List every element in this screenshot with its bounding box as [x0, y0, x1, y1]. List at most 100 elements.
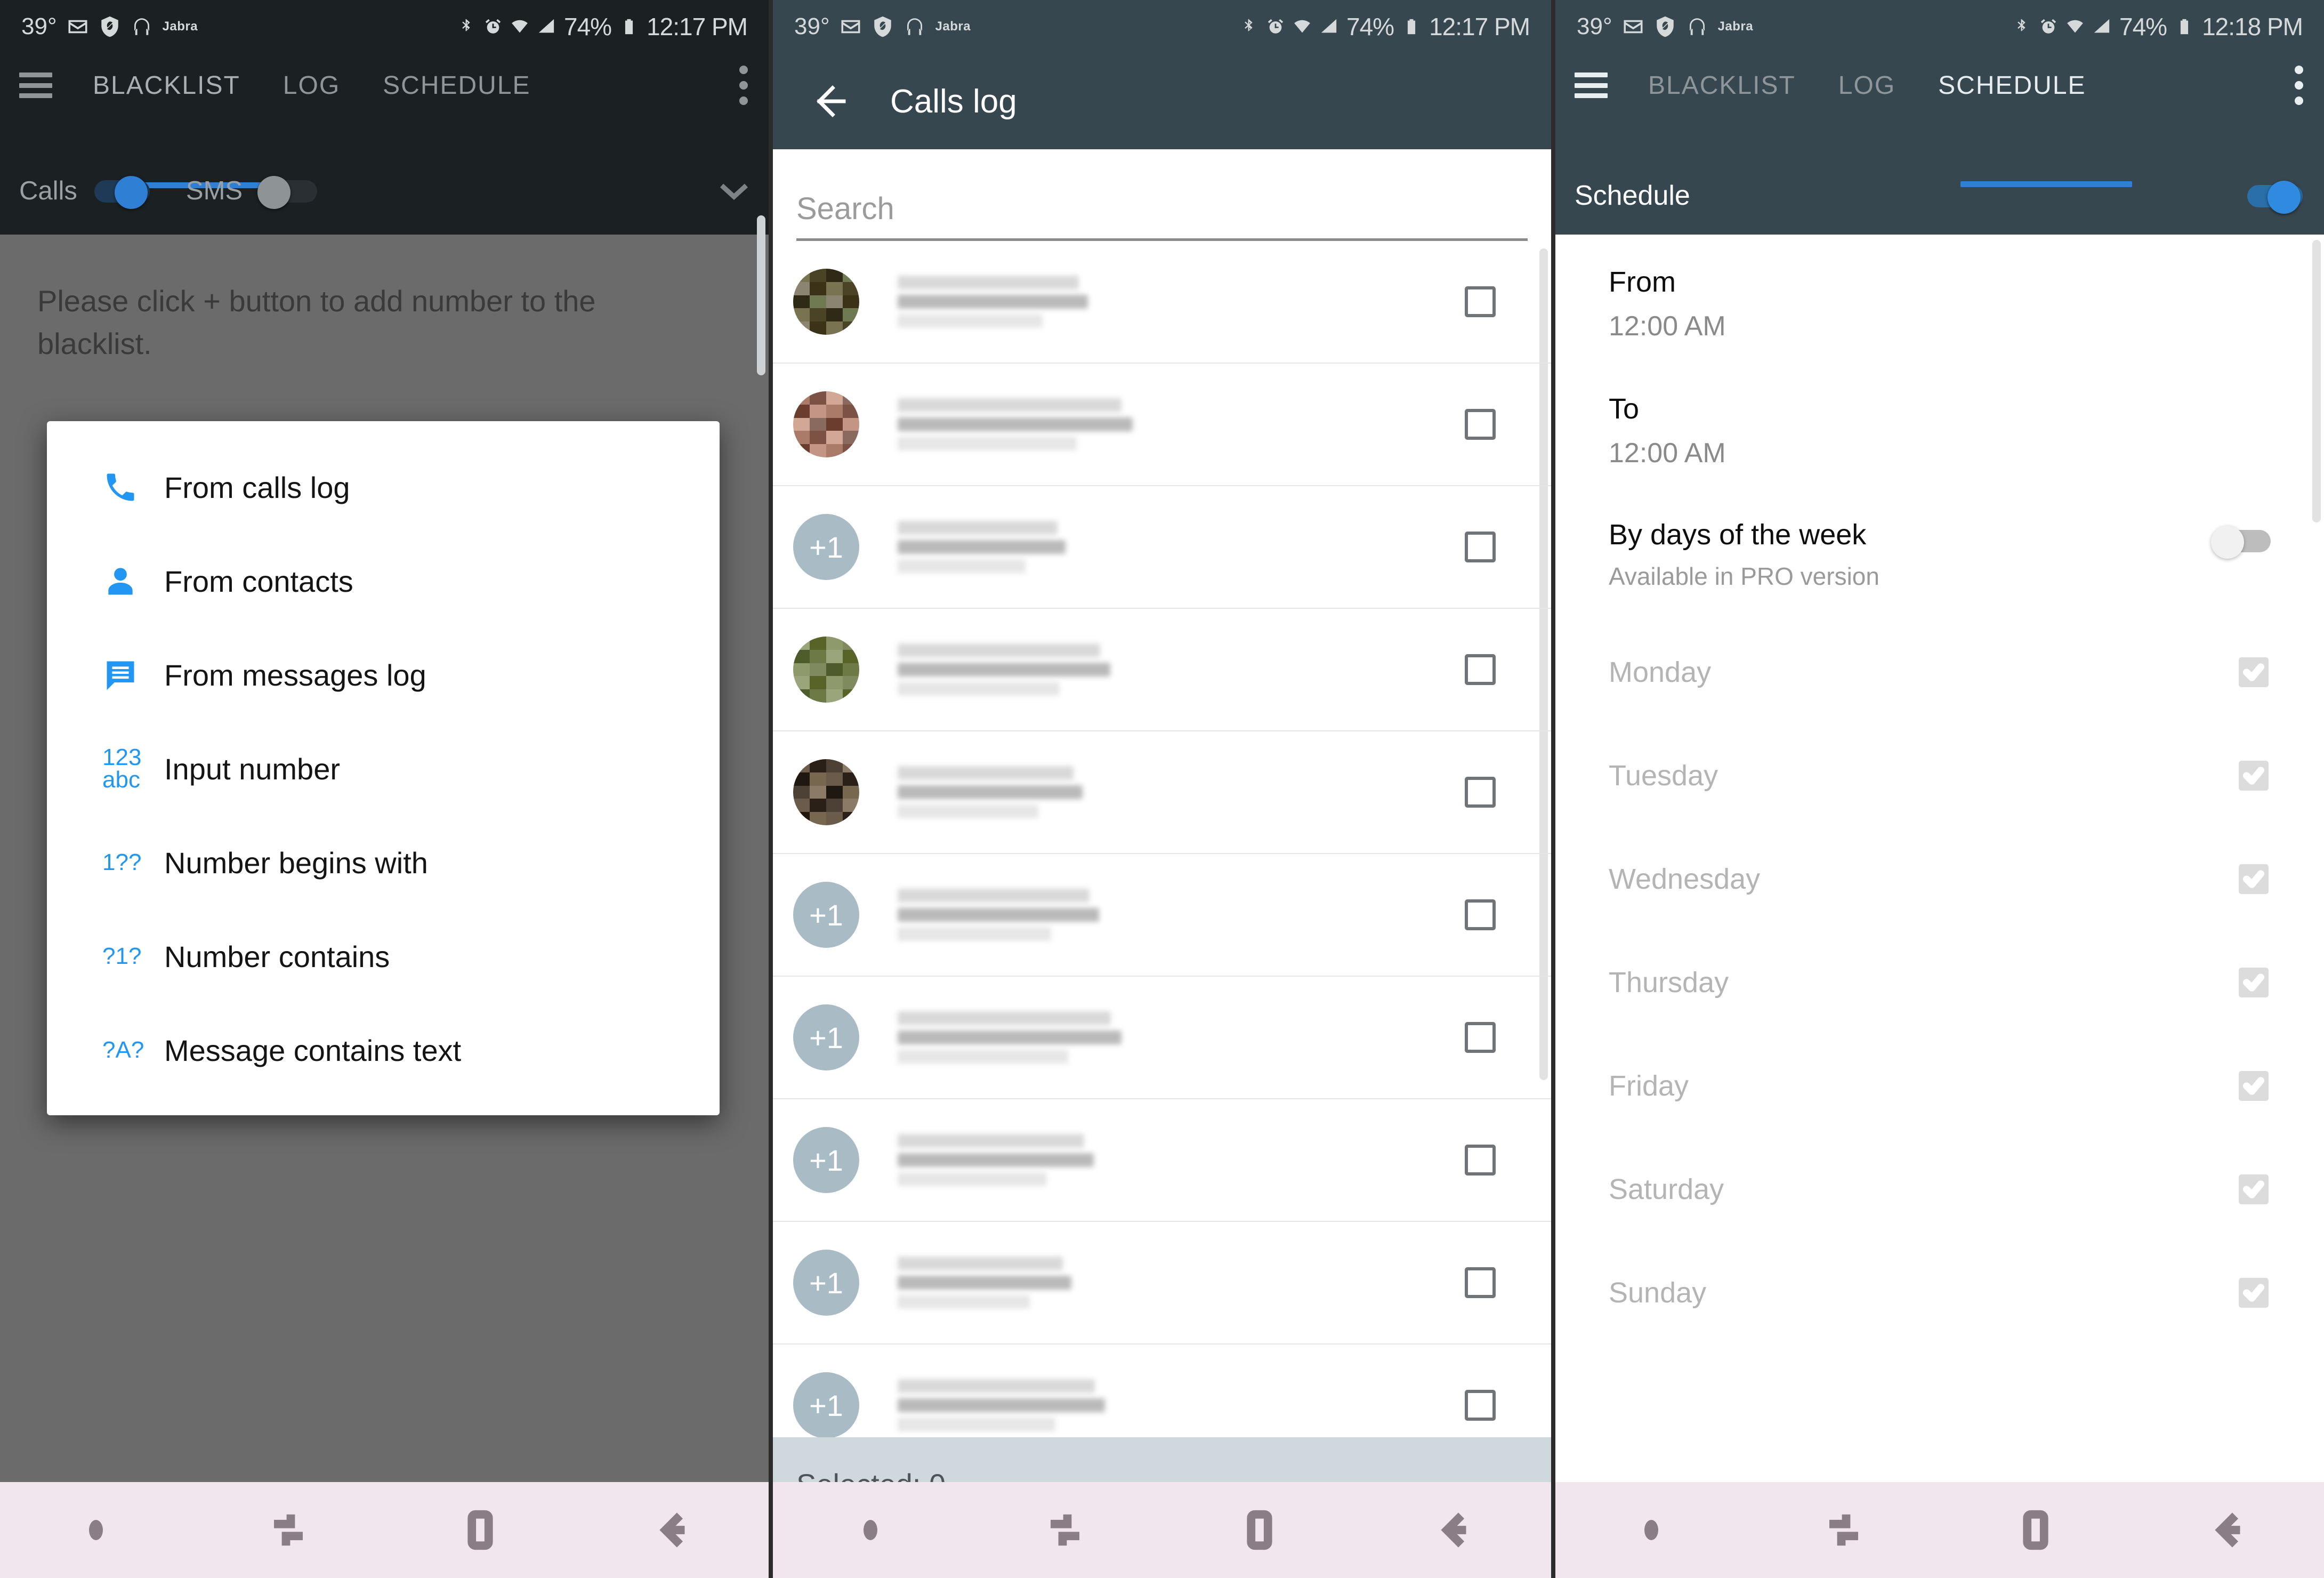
- nav-back[interactable]: [577, 1506, 769, 1554]
- glyph-123: 123: [102, 744, 142, 771]
- nav-home[interactable]: [384, 1506, 577, 1554]
- row-checkbox[interactable]: [1465, 899, 1496, 930]
- menu-item-label: Input number: [164, 752, 340, 786]
- from-field[interactable]: From 12:00 AM: [1609, 235, 2324, 342]
- dot-icon: [1644, 1520, 1659, 1540]
- row-checkbox[interactable]: [1465, 1267, 1496, 1298]
- menu-item-label: From messages log: [164, 658, 426, 692]
- tab-schedule[interactable]: SCHEDULE: [1926, 71, 2097, 100]
- nav-back[interactable]: [2132, 1506, 2324, 1554]
- dot-icon: [863, 1520, 877, 1540]
- wifi-icon: [1293, 18, 1311, 36]
- avatar-plus-one: +1: [793, 1372, 859, 1437]
- table-row[interactable]: +1: [773, 1222, 1551, 1344]
- nav-back[interactable]: [1357, 1506, 1551, 1554]
- table-row[interactable]: +1: [773, 854, 1551, 977]
- menu-item-number-begins-with[interactable]: 1?? Number begins with: [47, 816, 720, 909]
- row-checkbox[interactable]: [1465, 1022, 1496, 1053]
- day-label: Sunday: [1609, 1277, 1707, 1309]
- nav-recents[interactable]: [967, 1506, 1162, 1554]
- menu-item-from-calls-log[interactable]: From calls log: [47, 440, 720, 534]
- tab-blacklist[interactable]: BLACKLIST: [81, 71, 252, 100]
- row-checkbox[interactable]: [1465, 1145, 1496, 1176]
- message-icon: [102, 657, 149, 693]
- menu-item-label: Number contains: [164, 939, 390, 973]
- tab-log[interactable]: LOG: [1827, 71, 1907, 100]
- nav-dot[interactable]: [0, 1520, 192, 1540]
- table-row[interactable]: +1: [773, 486, 1551, 609]
- overflow-menu-icon[interactable]: [2293, 66, 2305, 105]
- cell-signal-icon: [2093, 18, 2111, 36]
- schedule-toggle[interactable]: [2245, 180, 2305, 214]
- calls-log-list[interactable]: +1 +1 +1 +1 +1 +1: [773, 241, 1551, 1437]
- menu-icon[interactable]: [19, 73, 52, 98]
- table-row[interactable]: +1: [773, 1099, 1551, 1222]
- panel3-scrollbar[interactable]: [2312, 240, 2321, 522]
- back-icon: [1440, 1512, 1466, 1548]
- avatar-plus-one: +1: [793, 1004, 859, 1070]
- row-checkbox[interactable]: [1465, 532, 1496, 562]
- redacted-contact-text: [898, 889, 1099, 941]
- temperature-indicator: 39°: [21, 13, 57, 39]
- back-arrow-icon[interactable]: [808, 82, 848, 121]
- table-row[interactable]: [773, 731, 1551, 854]
- menu-item-from-messages-log[interactable]: From messages log: [47, 628, 720, 722]
- avatar: [793, 637, 859, 703]
- day-row: Wednesday: [1555, 827, 2324, 931]
- tab-bar-panel3: BLACKLIST LOG SCHEDULE: [1555, 53, 2324, 117]
- sms-toggle[interactable]: [257, 175, 318, 209]
- table-row[interactable]: [773, 609, 1551, 731]
- to-field[interactable]: To 12:00 AM: [1609, 342, 2324, 469]
- table-row[interactable]: [773, 241, 1551, 364]
- battery-percent: 74%: [1346, 13, 1394, 41]
- bluetooth-icon: [2013, 18, 2031, 36]
- menu-icon[interactable]: [1575, 73, 1608, 98]
- tab-schedule[interactable]: SCHEDULE: [371, 71, 542, 100]
- message-contains-icon: ?A?: [102, 1037, 149, 1064]
- redacted-contact-text: [898, 276, 1088, 328]
- app-bar-panel3: BLACKLIST LOG SCHEDULE Schedule: [1555, 53, 2324, 235]
- day-checkbox: [2239, 1071, 2269, 1101]
- by-days-toggle[interactable]: [2211, 525, 2271, 559]
- 123-abc-icon: 123 abc: [102, 744, 149, 792]
- clock-panel2: 12:17 PM: [1429, 13, 1530, 41]
- nav-recents[interactable]: [192, 1506, 385, 1554]
- panel1-scrollbar[interactable]: [757, 215, 765, 375]
- day-row: Thursday: [1555, 931, 2324, 1034]
- nav-home[interactable]: [1162, 1506, 1357, 1554]
- search-input[interactable]: Search: [796, 191, 1528, 241]
- avatar: [793, 269, 859, 335]
- glyph-qaq: ?A?: [102, 1037, 144, 1064]
- battery-icon: [1402, 18, 1421, 36]
- tab-log[interactable]: LOG: [271, 71, 352, 100]
- row-checkbox[interactable]: [1465, 286, 1496, 317]
- nav-recents[interactable]: [1748, 1506, 1940, 1554]
- overflow-menu-icon[interactable]: [738, 66, 749, 105]
- time-range-section: From 12:00 AM To 12:00 AM: [1555, 235, 2324, 469]
- row-checkbox[interactable]: [1465, 409, 1496, 440]
- row-checkbox[interactable]: [1465, 777, 1496, 808]
- chevron-down-icon[interactable]: [719, 180, 749, 202]
- glyph-1qq: 1??: [102, 849, 142, 876]
- table-row[interactable]: [773, 364, 1551, 486]
- nav-dot[interactable]: [773, 1520, 967, 1540]
- calls-toggle[interactable]: [92, 175, 152, 209]
- avatar-plus-one: +1: [793, 882, 859, 948]
- table-row[interactable]: +1: [773, 977, 1551, 1099]
- menu-item-input-number[interactable]: 123 abc Input number: [47, 722, 720, 816]
- menu-item-message-contains-text[interactable]: ?A? Message contains text: [47, 1003, 720, 1097]
- temperature-indicator: 39°: [794, 13, 830, 39]
- menu-item-from-contacts[interactable]: From contacts: [47, 534, 720, 628]
- schedule-content: From 12:00 AM To 12:00 AM By days of the…: [1555, 235, 2324, 1503]
- nav-home[interactable]: [1940, 1506, 2132, 1554]
- table-row[interactable]: +1: [773, 1344, 1551, 1437]
- nav-dot[interactable]: [1555, 1520, 1748, 1540]
- by-days-row[interactable]: By days of the week Available in PRO ver…: [1555, 469, 2324, 591]
- alarm-icon: [484, 18, 502, 36]
- tab-blacklist[interactable]: BLACKLIST: [1636, 71, 1807, 100]
- row-checkbox[interactable]: [1465, 654, 1496, 685]
- menu-item-number-contains[interactable]: ?1? Number contains: [47, 909, 720, 1003]
- number-contains-icon: ?1?: [102, 945, 149, 968]
- row-checkbox[interactable]: [1465, 1390, 1496, 1421]
- redacted-contact-text: [898, 1134, 1094, 1186]
